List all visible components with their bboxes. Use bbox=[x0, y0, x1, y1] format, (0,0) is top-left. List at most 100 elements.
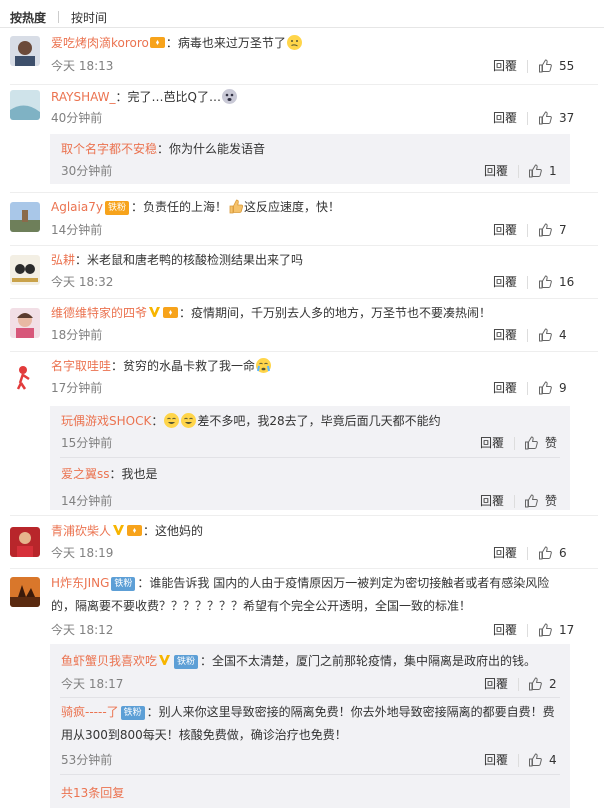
comment-text: Aglaia7y 铁粉 ：负责任的上海！ 这反应速度，快！ bbox=[51, 196, 570, 218]
comment-time: 今天 18:13 bbox=[51, 59, 114, 73]
reply-body: ：我也是 bbox=[109, 467, 158, 481]
username[interactable]: 鱼虾蟹贝我喜欢吃 bbox=[61, 654, 157, 668]
reply-button[interactable]: 回覆 bbox=[480, 436, 504, 450]
like-button[interactable]: 4 bbox=[528, 753, 557, 767]
fan-badge-icon bbox=[126, 522, 143, 539]
reply-button[interactable]: 回覆 bbox=[493, 546, 517, 560]
comment-body: ：谁能告诉我 国内的人由于疫情原因万一被判定为密切接触者或者有感染风险 bbox=[137, 576, 550, 590]
like-button[interactable]: 2 bbox=[528, 677, 557, 691]
divider bbox=[518, 678, 519, 691]
like-button[interactable]: 1 bbox=[528, 164, 557, 178]
username[interactable]: 爱吃烤肉滴kororo bbox=[51, 36, 149, 50]
like-button[interactable]: 6 bbox=[538, 546, 567, 560]
comment-text: 的，隔离要不要收费？？？？？？？希望有个完全公开透明，全国一致的标准！ bbox=[51, 595, 570, 617]
reply-button[interactable]: 回覆 bbox=[484, 164, 508, 178]
comment-time: 今天 18:19 bbox=[51, 546, 114, 560]
comment-time: 18分钟前 bbox=[51, 328, 103, 342]
divider bbox=[527, 329, 528, 342]
username[interactable]: 名字取哇哇 bbox=[51, 359, 111, 373]
avatar[interactable] bbox=[10, 90, 40, 120]
like-count: 55 bbox=[559, 59, 575, 73]
thumbs-up-icon bbox=[539, 59, 552, 73]
username[interactable]: 玩偶游戏SHOCK bbox=[61, 414, 151, 428]
reply-button[interactable]: 回覆 bbox=[493, 223, 517, 237]
username[interactable]: H炸东JING bbox=[51, 576, 109, 590]
reply-text: 骑疯-----了 铁粉 ：别人来你这里导致密接的隔离免费！你去外地导致密接隔离的都要… bbox=[61, 701, 560, 723]
avatar[interactable] bbox=[10, 36, 40, 66]
username[interactable]: 骑疯-----了 bbox=[61, 705, 119, 719]
divider bbox=[10, 568, 598, 569]
divider bbox=[527, 276, 528, 289]
avatar[interactable] bbox=[10, 577, 40, 607]
avatar[interactable] bbox=[10, 361, 40, 391]
reply-button[interactable]: 回覆 bbox=[484, 677, 508, 691]
sort-by-time-tab[interactable]: 按时间 bbox=[71, 9, 107, 26]
divider bbox=[10, 298, 598, 299]
comment-time: 今天 18:32 bbox=[51, 275, 114, 289]
avatar[interactable] bbox=[10, 202, 40, 232]
like-button[interactable]: 17 bbox=[538, 623, 574, 637]
like-count: 4 bbox=[559, 328, 567, 342]
reply-button[interactable]: 回覆 bbox=[493, 111, 517, 125]
reply-button[interactable]: 回覆 bbox=[493, 275, 517, 289]
comment-time: 今天 18:12 bbox=[51, 623, 114, 637]
like-button[interactable]: 9 bbox=[538, 381, 567, 395]
username[interactable]: RAYSHAW_ bbox=[51, 90, 116, 104]
like-button[interactable]: 4 bbox=[538, 328, 567, 342]
divider bbox=[527, 60, 528, 73]
username[interactable]: 青浦砍柴人 bbox=[51, 524, 111, 538]
more-replies-link[interactable]: 共13条回复 bbox=[61, 786, 124, 800]
like-button[interactable]: 7 bbox=[538, 223, 567, 237]
username[interactable]: 取个名字都不安稳 bbox=[61, 142, 157, 156]
divider bbox=[527, 547, 528, 560]
reply-text: 取个名字都不安稳：你为什么能发语音 bbox=[61, 138, 560, 160]
reply-button[interactable]: 回覆 bbox=[480, 494, 504, 508]
avatar[interactable] bbox=[10, 255, 40, 285]
avatar[interactable] bbox=[10, 527, 40, 557]
like-count: 4 bbox=[549, 753, 557, 767]
avatar[interactable] bbox=[10, 308, 40, 338]
fan-badge: 铁粉 bbox=[174, 655, 199, 669]
thumbs-up-icon bbox=[529, 677, 542, 691]
reply-button[interactable]: 回覆 bbox=[493, 623, 517, 637]
username[interactable]: Aglaia7y bbox=[51, 200, 103, 214]
divider bbox=[10, 192, 598, 193]
divider bbox=[10, 84, 598, 85]
username[interactable]: 弘耕 bbox=[51, 253, 75, 267]
divider bbox=[518, 754, 519, 767]
reply-button[interactable]: 回覆 bbox=[484, 753, 508, 767]
username[interactable]: 维德维特家的四爷 bbox=[51, 306, 147, 320]
username[interactable]: 爱之翼ss bbox=[61, 467, 110, 481]
reply-time: 53分钟前 bbox=[61, 753, 113, 767]
like-count: 6 bbox=[559, 546, 567, 560]
reply-time: 今天 18:17 bbox=[61, 677, 124, 691]
verified-icon bbox=[158, 653, 171, 666]
like-button[interactable]: 赞 bbox=[524, 494, 557, 508]
sort-by-hot-tab[interactable]: 按热度 bbox=[10, 9, 46, 26]
reply-text: 用从300到800每天！核酸免费做，确诊治疗也免费！ bbox=[61, 724, 560, 746]
divider bbox=[10, 515, 598, 516]
comment-body: ：疫情期间，千万别去人多的地方，万圣节也不要凑热闹！ bbox=[179, 306, 492, 320]
sort-tabs: 按热度 按时间 bbox=[10, 8, 107, 26]
reply-button[interactable]: 回覆 bbox=[493, 59, 517, 73]
thumbs-up-icon bbox=[539, 328, 552, 342]
divider bbox=[527, 624, 528, 637]
like-button[interactable]: 16 bbox=[538, 275, 574, 289]
reply-time: 15分钟前 bbox=[61, 436, 113, 450]
like-button[interactable]: 赞 bbox=[524, 436, 557, 450]
comment-body: ：这他妈的 bbox=[143, 524, 204, 538]
divider bbox=[10, 351, 598, 352]
comment-body: ：米老鼠和唐老鸭的核酸检测结果出来了吗 bbox=[75, 253, 304, 267]
reply-button[interactable]: 回覆 bbox=[493, 381, 517, 395]
reply-button[interactable]: 回覆 bbox=[493, 328, 517, 342]
reply-time: 14分钟前 bbox=[61, 494, 113, 508]
thumbs-up-emoji-icon bbox=[227, 198, 244, 215]
like-button[interactable]: 37 bbox=[538, 111, 574, 125]
like-button[interactable]: 55 bbox=[538, 59, 574, 73]
thumbs-up-icon bbox=[539, 111, 552, 125]
comment-time: 14分钟前 bbox=[51, 223, 103, 237]
verified-icon bbox=[112, 523, 125, 536]
reply-time: 30分钟前 bbox=[61, 164, 113, 178]
comment-text: 名字取哇哇：贫穷的水晶卡救了我一命 bbox=[51, 355, 570, 377]
like-count: 7 bbox=[559, 223, 567, 237]
